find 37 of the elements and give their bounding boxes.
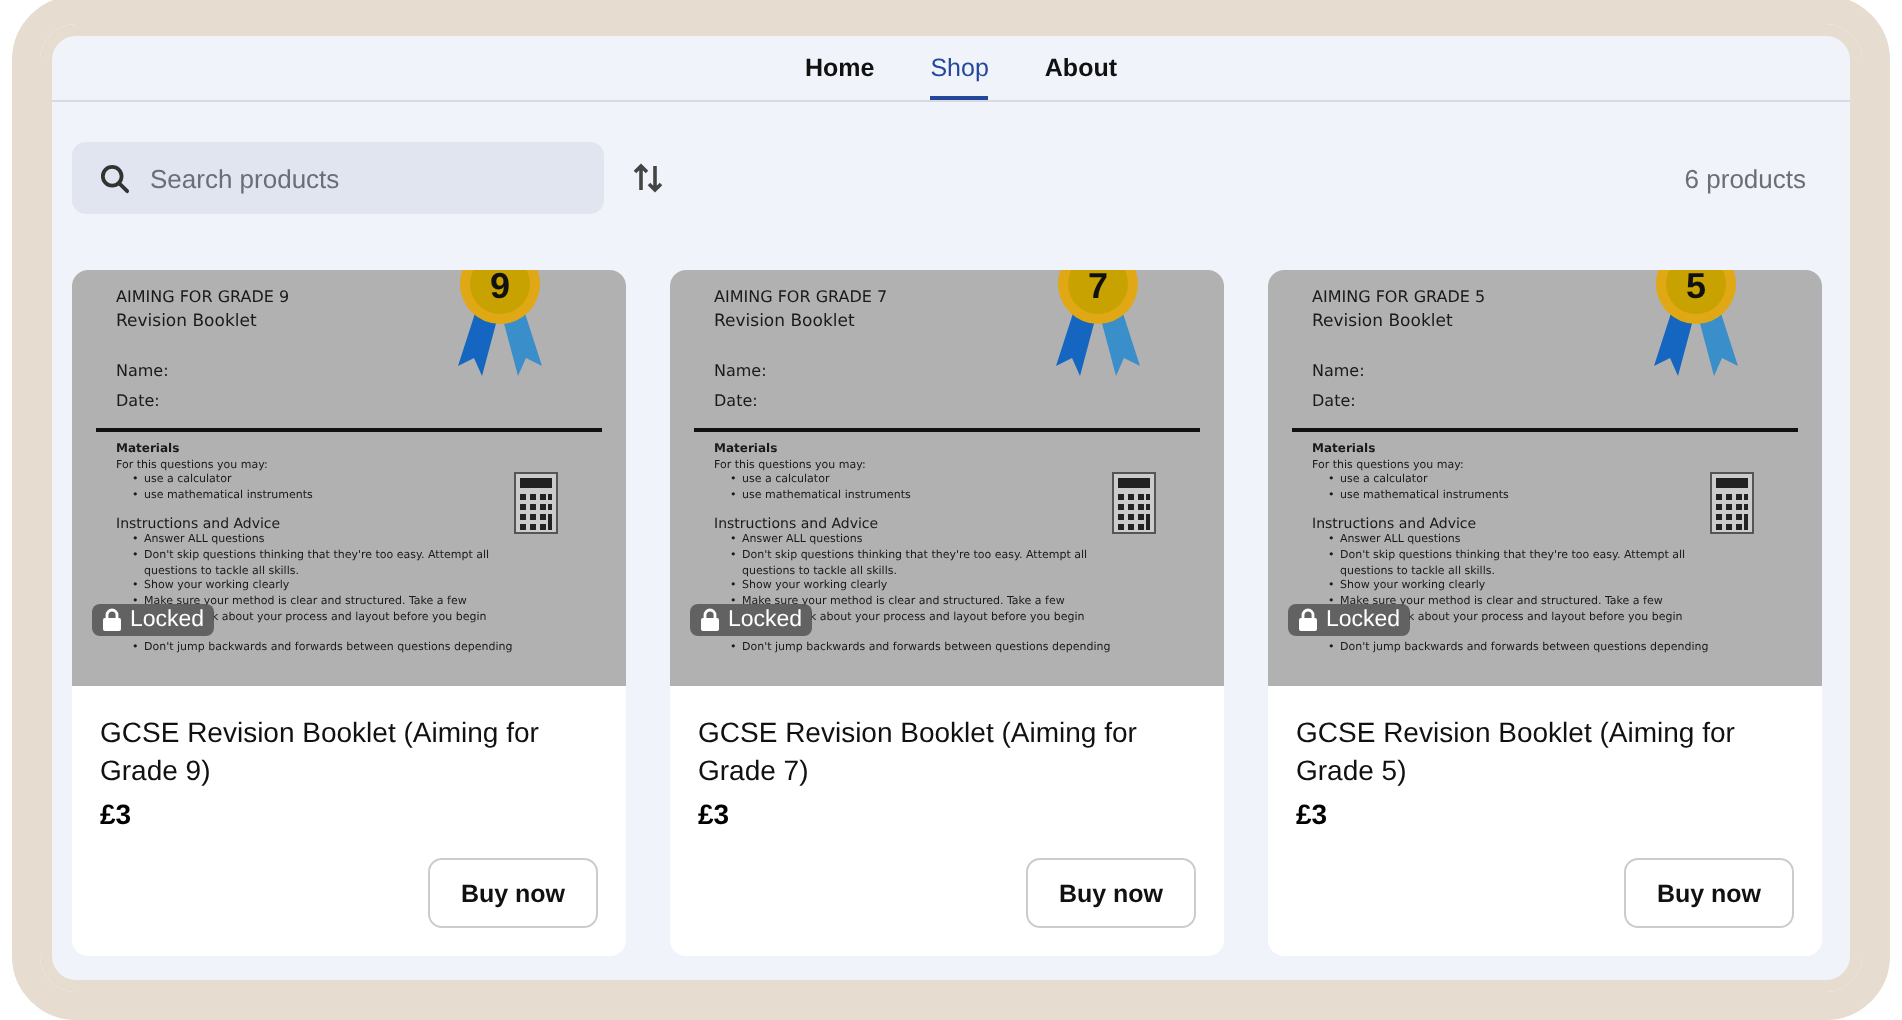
product-title: GCSE Revision Booklet (Aiming for Grade 5) <box>1296 714 1737 790</box>
product-price: £3 <box>100 798 134 830</box>
lock-icon <box>102 608 122 632</box>
buy-now-button[interactable]: Buy now <box>1624 858 1794 928</box>
locked-label: Locked <box>1326 608 1401 632</box>
product-price: £3 <box>1296 798 1330 830</box>
product-count: 6 products <box>1684 163 1806 193</box>
booklet-field: Name: <box>1312 362 1798 382</box>
booklet-heading: AIMING FOR GRADE 7 <box>714 288 890 308</box>
nav-link[interactable]: Home <box>804 36 875 100</box>
booklet-field: Date: <box>116 392 602 412</box>
booklet-subheading: Revision Booklet <box>116 312 259 334</box>
nav-link[interactable]: About <box>1044 36 1118 100</box>
locked-label: Locked <box>728 608 803 632</box>
lock-icon <box>1298 608 1318 632</box>
booklet-field: Date: <box>1312 392 1798 412</box>
search-icon <box>100 164 130 194</box>
sort-icon[interactable] <box>632 162 664 194</box>
booklet-field: Name: <box>714 362 1200 382</box>
search-field[interactable]: Search products <box>72 142 604 214</box>
booklet-heading: AIMING FOR GRADE 9 <box>116 288 292 308</box>
product-title: GCSE Revision Booklet (Aiming for Grade 9) <box>100 714 541 790</box>
booklet-subheading: Revision Booklet <box>1312 312 1455 334</box>
calculator-icon <box>1710 472 1754 534</box>
booklet-field: Name: <box>116 362 602 382</box>
product-title: GCSE Revision Booklet (Aiming for Grade 7) <box>698 714 1139 790</box>
nav-link[interactable]: Shop <box>930 36 989 100</box>
buy-now-button[interactable]: Buy now <box>1026 858 1196 928</box>
calculator-icon <box>514 472 558 534</box>
buy-now-button[interactable]: Buy now <box>428 858 598 928</box>
booklet-subheading: Revision Booklet <box>714 312 857 334</box>
lock-icon <box>700 608 720 632</box>
locked-label: Locked <box>130 608 205 632</box>
booklet-heading: AIMING FOR GRADE 5 <box>1312 288 1488 308</box>
booklet-field: Date: <box>714 392 1200 412</box>
calculator-icon <box>1112 472 1156 534</box>
product-price: £3 <box>698 798 732 830</box>
